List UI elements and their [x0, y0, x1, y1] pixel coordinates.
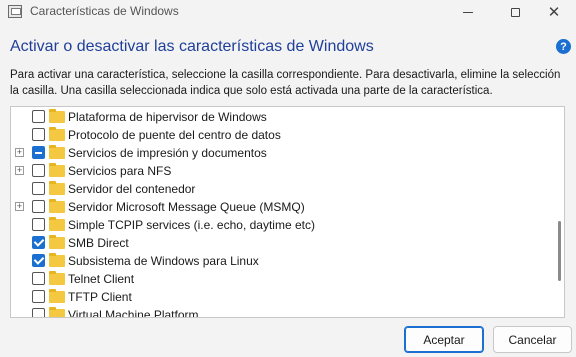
window-title: Características de Windows	[30, 4, 179, 18]
feature-checkbox[interactable]	[32, 200, 45, 213]
folder-icon	[49, 307, 65, 317]
expand-icon[interactable]: +	[15, 202, 24, 211]
feature-row[interactable]: Virtual Machine Platform	[11, 306, 549, 318]
dialog-heading: Activar o desactivar las características…	[10, 38, 374, 55]
accept-button[interactable]: Aceptar	[404, 326, 484, 353]
folder-icon	[49, 235, 65, 249]
feature-row[interactable]: Servidor del contenedor	[11, 180, 549, 198]
feature-row[interactable]: + Servicios de impresión y documentos	[11, 144, 549, 162]
folder-icon	[49, 145, 65, 159]
feature-label: Servicios para NFS	[68, 164, 172, 178]
feature-row[interactable]: Protocolo de puente del centro de datos	[11, 126, 549, 144]
expand-icon[interactable]: +	[15, 148, 24, 157]
close-icon: ✕	[547, 3, 561, 21]
feature-label: Protocolo de puente del centro de datos	[68, 128, 281, 142]
folder-icon	[49, 217, 65, 231]
feature-row[interactable]: SMB Direct	[11, 234, 549, 252]
feature-label: Servidor del contenedor	[68, 182, 196, 196]
folder-icon	[49, 199, 65, 213]
feature-checkbox[interactable]	[32, 308, 45, 317]
feature-row[interactable]: Plataforma de hipervisor de Windows	[11, 108, 549, 126]
feature-checkbox[interactable]	[32, 290, 45, 303]
feature-checkbox[interactable]	[32, 218, 45, 231]
app-icon	[8, 5, 22, 18]
feature-checkbox[interactable]	[32, 128, 45, 141]
folder-icon	[49, 253, 65, 267]
feature-label: Servidor Microsoft Message Queue (MSMQ)	[68, 200, 305, 214]
scroll-thumb[interactable]	[558, 221, 561, 281]
feature-row[interactable]: Simple TCPIP services (i.e. echo, daytim…	[11, 216, 549, 234]
help-icon[interactable]: ?	[556, 39, 571, 54]
folder-icon	[49, 271, 65, 285]
feature-label: Telnet Client	[68, 272, 135, 286]
feature-row[interactable]: Telnet Client	[11, 270, 549, 288]
feature-row[interactable]: + Servidor Microsoft Message Queue (MSMQ)	[11, 198, 549, 216]
feature-checkbox[interactable]	[32, 182, 45, 195]
feature-checkbox[interactable]	[32, 164, 45, 177]
feature-label: Simple TCPIP services (i.e. echo, daytim…	[68, 218, 315, 232]
maximize-button[interactable]	[493, 0, 537, 24]
dialog-description: Para activar una característica, selecci…	[10, 69, 561, 97]
features-tree[interactable]: Plataforma de hipervisor de Windows Proto…	[10, 106, 565, 318]
maximize-icon	[510, 7, 520, 17]
expand-icon[interactable]: +	[15, 166, 24, 175]
feature-label: Virtual Machine Platform	[68, 308, 199, 318]
feature-label: Plataforma de hipervisor de Windows	[68, 110, 267, 124]
title-bar: Características de Windows ✕	[0, 0, 576, 24]
cancel-button[interactable]: Cancelar	[493, 326, 572, 353]
feature-checkbox[interactable]	[32, 110, 45, 123]
feature-label: Subsistema de Windows para Linux	[68, 254, 259, 268]
feature-label: TFTP Client	[68, 290, 132, 304]
folder-icon	[49, 289, 65, 303]
feature-row[interactable]: TFTP Client	[11, 288, 549, 306]
feature-checkbox[interactable]	[32, 236, 45, 249]
scrollbar[interactable]	[556, 109, 562, 315]
feature-checkbox[interactable]	[32, 254, 45, 267]
feature-label: SMB Direct	[68, 236, 129, 250]
folder-icon	[49, 163, 65, 177]
minimize-icon	[463, 11, 473, 13]
folder-icon	[49, 127, 65, 141]
feature-label: Servicios de impresión y documentos	[68, 146, 267, 160]
feature-checkbox[interactable]	[32, 146, 45, 159]
feature-row[interactable]: + Servicios para NFS	[11, 162, 549, 180]
minimize-button[interactable]	[446, 0, 490, 24]
close-button[interactable]: ✕	[532, 0, 576, 24]
folder-icon	[49, 109, 65, 123]
feature-checkbox[interactable]	[32, 272, 45, 285]
folder-icon	[49, 181, 65, 195]
feature-row[interactable]: Subsistema de Windows para Linux	[11, 252, 549, 270]
